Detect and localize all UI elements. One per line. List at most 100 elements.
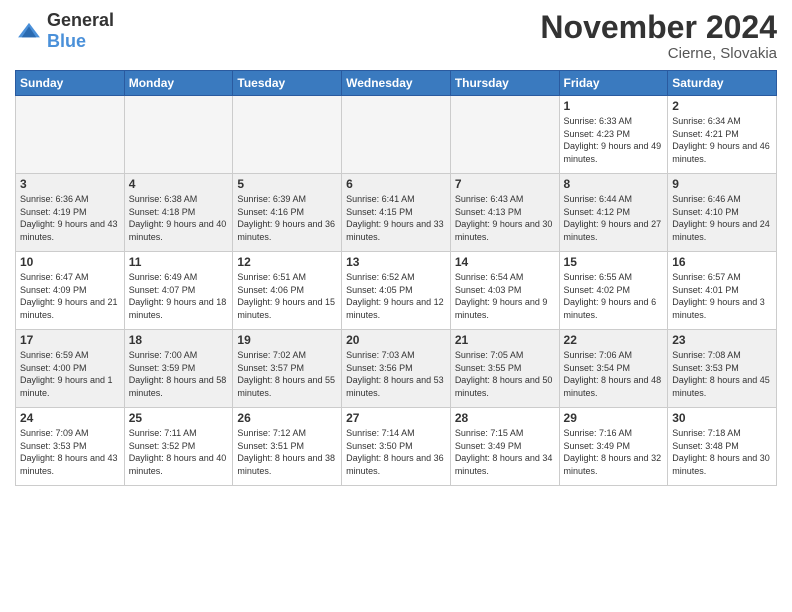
day-number: 19 [237,333,337,347]
day-number: 14 [455,255,555,269]
table-row: 6 Sunrise: 6:41 AM Sunset: 4:15 PM Daylig… [342,174,451,252]
logo: General Blue [15,10,114,52]
logo-general: General [47,10,114,30]
col-friday: Friday [559,71,668,96]
day-info: Sunrise: 7:18 AM Sunset: 3:48 PM Dayligh… [672,427,772,477]
day-info: Sunrise: 7:05 AM Sunset: 3:55 PM Dayligh… [455,349,555,399]
table-row: 5 Sunrise: 6:39 AM Sunset: 4:16 PM Daylig… [233,174,342,252]
table-row [124,96,233,174]
day-number: 24 [20,411,120,425]
col-thursday: Thursday [450,71,559,96]
day-number: 21 [455,333,555,347]
day-number: 27 [346,411,446,425]
day-info: Sunrise: 7:02 AM Sunset: 3:57 PM Dayligh… [237,349,337,399]
table-row: 12 Sunrise: 6:51 AM Sunset: 4:06 PM Dayli… [233,252,342,330]
day-number: 2 [672,99,772,113]
table-row: 24 Sunrise: 7:09 AM Sunset: 3:53 PM Dayli… [16,408,125,486]
day-info: Sunrise: 7:16 AM Sunset: 3:49 PM Dayligh… [564,427,664,477]
table-row: 14 Sunrise: 6:54 AM Sunset: 4:03 PM Dayli… [450,252,559,330]
col-saturday: Saturday [668,71,777,96]
day-info: Sunrise: 6:33 AM Sunset: 4:23 PM Dayligh… [564,115,664,165]
day-info: Sunrise: 7:12 AM Sunset: 3:51 PM Dayligh… [237,427,337,477]
table-row: 28 Sunrise: 7:15 AM Sunset: 3:49 PM Dayli… [450,408,559,486]
col-tuesday: Tuesday [233,71,342,96]
day-number: 15 [564,255,664,269]
table-row: 30 Sunrise: 7:18 AM Sunset: 3:48 PM Dayli… [668,408,777,486]
table-row: 19 Sunrise: 7:02 AM Sunset: 3:57 PM Dayli… [233,330,342,408]
day-info: Sunrise: 6:57 AM Sunset: 4:01 PM Dayligh… [672,271,772,321]
day-info: Sunrise: 6:41 AM Sunset: 4:15 PM Dayligh… [346,193,446,243]
col-wednesday: Wednesday [342,71,451,96]
calendar-header-row: Sunday Monday Tuesday Wednesday Thursday… [16,71,777,96]
table-row [233,96,342,174]
table-row: 13 Sunrise: 6:52 AM Sunset: 4:05 PM Dayli… [342,252,451,330]
day-info: Sunrise: 6:55 AM Sunset: 4:02 PM Dayligh… [564,271,664,321]
table-row: 29 Sunrise: 7:16 AM Sunset: 3:49 PM Dayli… [559,408,668,486]
day-info: Sunrise: 6:36 AM Sunset: 4:19 PM Dayligh… [20,193,120,243]
day-number: 28 [455,411,555,425]
day-info: Sunrise: 7:11 AM Sunset: 3:52 PM Dayligh… [129,427,229,477]
day-info: Sunrise: 6:34 AM Sunset: 4:21 PM Dayligh… [672,115,772,165]
table-row: 9Sunrise: 6:46 AM Sunset: 4:10 PM Daylig… [668,174,777,252]
month-title: November 2024 [540,10,777,45]
day-info: Sunrise: 6:52 AM Sunset: 4:05 PM Dayligh… [346,271,446,321]
table-row: 21 Sunrise: 7:05 AM Sunset: 3:55 PM Dayli… [450,330,559,408]
day-number: 3 [20,177,120,191]
day-number: 29 [564,411,664,425]
day-number: 30 [672,411,772,425]
day-info: Sunrise: 7:08 AM Sunset: 3:53 PM Dayligh… [672,349,772,399]
table-row: 2 Sunrise: 6:34 AM Sunset: 4:21 PM Daylig… [668,96,777,174]
day-number: 17 [20,333,120,347]
day-info: Sunrise: 6:44 AM Sunset: 4:12 PM Dayligh… [564,193,664,243]
day-number: 13 [346,255,446,269]
day-info: Sunrise: 6:43 AM Sunset: 4:13 PM Dayligh… [455,193,555,243]
day-number: 18 [129,333,229,347]
table-row: 4Sunrise: 6:38 AM Sunset: 4:18 PM Daylig… [124,174,233,252]
table-row: 22 Sunrise: 7:06 AM Sunset: 3:54 PM Dayli… [559,330,668,408]
table-row: 26 Sunrise: 7:12 AM Sunset: 3:51 PM Dayli… [233,408,342,486]
calendar: Sunday Monday Tuesday Wednesday Thursday… [15,70,777,486]
day-number: 4 [129,177,229,191]
day-info: Sunrise: 7:09 AM Sunset: 3:53 PM Dayligh… [20,427,120,477]
logo-icon [15,21,43,41]
day-number: 16 [672,255,772,269]
table-row: 1 Sunrise: 6:33 AM Sunset: 4:23 PM Daylig… [559,96,668,174]
day-number: 10 [20,255,120,269]
day-number: 12 [237,255,337,269]
day-info: Sunrise: 6:54 AM Sunset: 4:03 PM Dayligh… [455,271,555,321]
day-info: Sunrise: 6:51 AM Sunset: 4:06 PM Dayligh… [237,271,337,321]
day-number: 5 [237,177,337,191]
header: General Blue November 2024 Cierne, Slova… [15,10,777,62]
title-section: November 2024 Cierne, Slovakia [540,10,777,62]
day-number: 7 [455,177,555,191]
table-row: 7 Sunrise: 6:43 AM Sunset: 4:13 PM Daylig… [450,174,559,252]
table-row: 3 Sunrise: 6:36 AM Sunset: 4:19 PM Daylig… [16,174,125,252]
table-row: 15 Sunrise: 6:55 AM Sunset: 4:02 PM Dayli… [559,252,668,330]
day-number: 11 [129,255,229,269]
table-row [16,96,125,174]
table-row: 11 Sunrise: 6:49 AM Sunset: 4:07 PM Dayli… [124,252,233,330]
day-number: 1 [564,99,664,113]
table-row: 18 Sunrise: 7:00 AM Sunset: 3:59 PM Dayli… [124,330,233,408]
col-monday: Monday [124,71,233,96]
table-row: 25 Sunrise: 7:11 AM Sunset: 3:52 PM Dayli… [124,408,233,486]
day-info: Sunrise: 6:59 AM Sunset: 4:00 PM Dayligh… [20,349,120,399]
day-info: Sunrise: 6:46 AM Sunset: 4:10 PM Dayligh… [672,193,772,243]
day-number: 8 [564,177,664,191]
table-row [342,96,451,174]
location: Cierne, Slovakia [540,45,777,62]
day-info: Sunrise: 6:39 AM Sunset: 4:16 PM Dayligh… [237,193,337,243]
day-info: Sunrise: 6:49 AM Sunset: 4:07 PM Dayligh… [129,271,229,321]
day-number: 6 [346,177,446,191]
day-info: Sunrise: 7:15 AM Sunset: 3:49 PM Dayligh… [455,427,555,477]
logo-blue: Blue [47,31,86,51]
day-info: Sunrise: 7:00 AM Sunset: 3:59 PM Dayligh… [129,349,229,399]
table-row: 17 Sunrise: 6:59 AM Sunset: 4:00 PM Dayli… [16,330,125,408]
day-number: 20 [346,333,446,347]
day-info: Sunrise: 6:47 AM Sunset: 4:09 PM Dayligh… [20,271,120,321]
day-number: 25 [129,411,229,425]
day-info: Sunrise: 7:06 AM Sunset: 3:54 PM Dayligh… [564,349,664,399]
day-number: 26 [237,411,337,425]
logo-text: General Blue [47,10,114,52]
day-number: 22 [564,333,664,347]
